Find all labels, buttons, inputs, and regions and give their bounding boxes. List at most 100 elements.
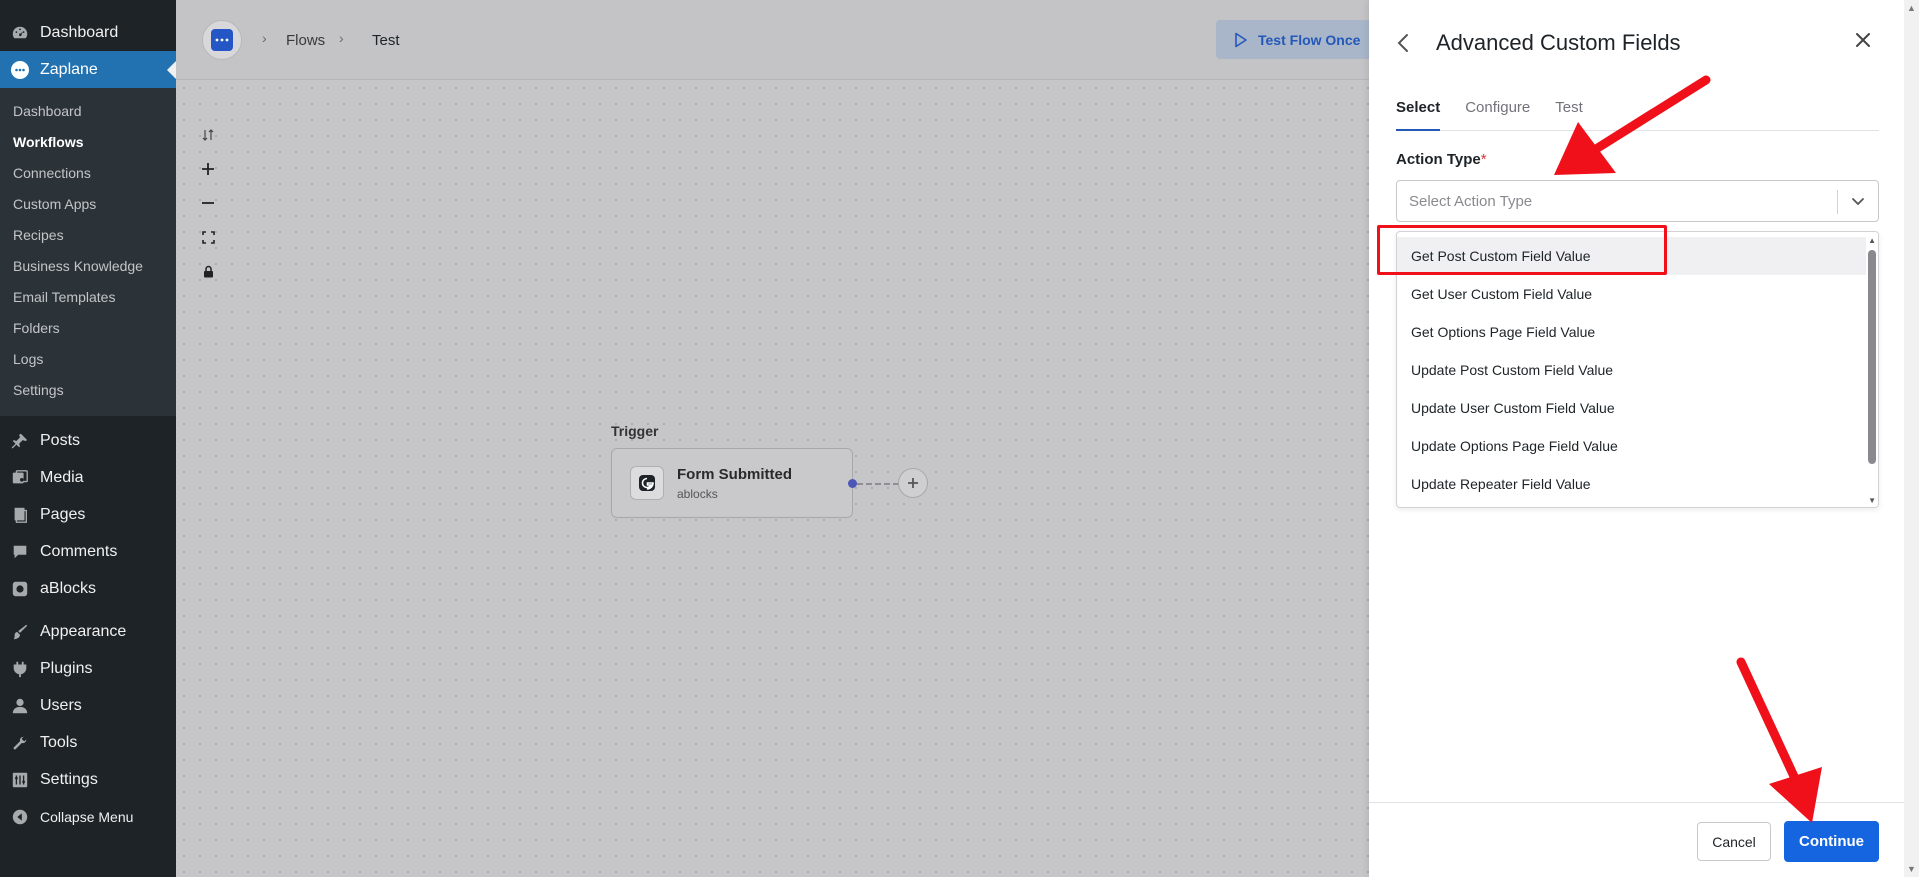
menu-media[interactable]: Media bbox=[0, 459, 176, 496]
menu-comments[interactable]: Comments bbox=[0, 533, 176, 570]
menu-users[interactable]: Users bbox=[0, 687, 176, 724]
option-get-user-custom-field-value[interactable]: Get User Custom Field Value bbox=[1397, 275, 1878, 313]
menu-appearance[interactable]: Appearance bbox=[0, 613, 176, 650]
comment-icon bbox=[10, 542, 30, 562]
submenu-folders[interactable]: Folders bbox=[0, 313, 176, 344]
submenu-workflows[interactable]: Workflows bbox=[0, 127, 176, 158]
dropdown-scrollbar[interactable]: ▲ ▼ bbox=[1866, 232, 1878, 507]
plug-icon bbox=[10, 659, 30, 679]
panel-title: Advanced Custom Fields bbox=[1436, 30, 1681, 55]
add-step-button[interactable] bbox=[898, 468, 928, 498]
lock-icon[interactable] bbox=[198, 254, 218, 288]
menu-tools-label: Tools bbox=[40, 733, 78, 751]
page-scrollbar[interactable]: ▲ ▼ bbox=[1904, 0, 1919, 877]
ablocks-icon bbox=[10, 579, 30, 599]
action-config-panel: Advanced Custom Fields Select Configure … bbox=[1369, 0, 1904, 877]
menu-zaplane-label: Zaplane bbox=[40, 60, 98, 78]
zaplane-icon bbox=[10, 60, 30, 80]
test-flow-once-button[interactable]: Test Flow Once bbox=[1216, 20, 1376, 59]
breadcrumb-test: Test bbox=[372, 32, 400, 49]
scroll-down-icon[interactable]: ▼ bbox=[1868, 496, 1876, 505]
breadcrumb-flows[interactable]: Flows bbox=[286, 32, 325, 49]
chevron-left-icon[interactable] bbox=[1397, 33, 1409, 58]
user-icon bbox=[10, 696, 30, 716]
swap-vertical-icon[interactable] bbox=[198, 118, 218, 152]
submenu-business-knowledge[interactable]: Business Knowledge bbox=[0, 251, 176, 282]
play-icon bbox=[1235, 32, 1247, 47]
close-icon[interactable] bbox=[1855, 32, 1871, 53]
tab-configure[interactable]: Configure bbox=[1465, 95, 1530, 131]
menu-posts[interactable]: Posts bbox=[0, 422, 176, 459]
chevron-down-icon[interactable] bbox=[1850, 193, 1866, 213]
option-get-post-custom-field-value[interactable]: Get Post Custom Field Value bbox=[1397, 237, 1878, 275]
submenu-dashboard[interactable]: Dashboard bbox=[0, 96, 176, 127]
trigger-node-title: Form Submitted bbox=[677, 465, 792, 483]
flow-canvas: › Flows › Test Test Flow Once Trigger Fo… bbox=[176, 0, 1376, 877]
menu-plugins-label: Plugins bbox=[40, 659, 93, 677]
zaplane-submenu: Dashboard Workflows Connections Custom A… bbox=[0, 88, 176, 416]
dashboard-icon bbox=[10, 23, 30, 43]
menu-ablocks-label: aBlocks bbox=[40, 579, 97, 597]
admin-sidebar: Dashboard Zaplane Dashboard Workflows Co… bbox=[0, 0, 176, 877]
panel-footer: Cancel Continue bbox=[1369, 802, 1904, 877]
submenu-custom-apps[interactable]: Custom Apps bbox=[0, 189, 176, 220]
menu-zaplane[interactable]: Zaplane bbox=[0, 51, 176, 88]
zoom-in-icon[interactable] bbox=[198, 152, 218, 186]
menu-ablocks[interactable]: aBlocks bbox=[0, 570, 176, 607]
action-type-options: Get Post Custom Field Value Get User Cus… bbox=[1397, 232, 1878, 503]
action-type-label-text: Action Type bbox=[1396, 151, 1481, 168]
trigger-node-subtitle: ablocks bbox=[677, 486, 718, 501]
submenu-logs[interactable]: Logs bbox=[0, 344, 176, 375]
scroll-up-icon[interactable]: ▲ bbox=[1907, 3, 1916, 13]
action-type-select[interactable]: Select Action Type bbox=[1396, 180, 1879, 222]
menu-dashboard[interactable]: Dashboard bbox=[0, 14, 176, 51]
menu-plugins[interactable]: Plugins bbox=[0, 650, 176, 687]
menu-pages-label: Pages bbox=[40, 505, 86, 523]
tab-select[interactable]: Select bbox=[1396, 95, 1441, 131]
scroll-up-icon[interactable]: ▲ bbox=[1868, 236, 1876, 245]
menu-tools[interactable]: Tools bbox=[0, 724, 176, 761]
submenu-email-templates[interactable]: Email Templates bbox=[0, 282, 176, 313]
plus-icon bbox=[908, 478, 918, 488]
chevron-right-icon: › bbox=[262, 30, 267, 46]
option-get-options-page-field-value[interactable]: Get Options Page Field Value bbox=[1397, 313, 1878, 351]
fit-view-icon[interactable] bbox=[198, 220, 218, 254]
zoom-out-icon[interactable] bbox=[198, 186, 218, 220]
brush-icon bbox=[10, 622, 30, 642]
sliders-icon bbox=[10, 770, 30, 790]
menu-comments-label: Comments bbox=[40, 542, 118, 560]
menu-settings[interactable]: Settings bbox=[0, 761, 176, 798]
test-flow-once-label: Test Flow Once bbox=[1258, 31, 1361, 48]
menu-collapse-label: Collapse Menu bbox=[40, 808, 134, 825]
cancel-button[interactable]: Cancel bbox=[1697, 822, 1771, 861]
tab-test[interactable]: Test bbox=[1555, 95, 1583, 131]
option-update-post-custom-field-value[interactable]: Update Post Custom Field Value bbox=[1397, 351, 1878, 389]
wrench-icon bbox=[10, 733, 30, 753]
trigger-node[interactable]: Form Submitted ablocks bbox=[611, 448, 853, 518]
submenu-recipes[interactable]: Recipes bbox=[0, 220, 176, 251]
option-update-user-custom-field-value[interactable]: Update User Custom Field Value bbox=[1397, 389, 1878, 427]
option-update-repeater-field-value[interactable]: Update Repeater Field Value bbox=[1397, 465, 1878, 503]
menu-posts-label: Posts bbox=[40, 431, 81, 449]
pages-icon bbox=[10, 505, 30, 525]
menu-pages[interactable]: Pages bbox=[0, 496, 176, 533]
zaplane-logo[interactable] bbox=[202, 20, 242, 60]
ablocks-logo-icon bbox=[630, 466, 664, 500]
option-update-options-page-field-value[interactable]: Update Options Page Field Value bbox=[1397, 427, 1878, 465]
panel-header: Advanced Custom Fields bbox=[1369, 0, 1904, 86]
scroll-down-icon[interactable]: ▼ bbox=[1907, 864, 1916, 874]
canvas-tools bbox=[198, 118, 218, 288]
dropdown-scroll-thumb[interactable] bbox=[1868, 250, 1876, 464]
panel-tabs: Select Configure Test bbox=[1396, 95, 1879, 131]
menu-users-label: Users bbox=[40, 696, 82, 714]
submenu-connections[interactable]: Connections bbox=[0, 158, 176, 189]
menu-dashboard-label: Dashboard bbox=[40, 23, 119, 41]
menu-media-label: Media bbox=[40, 468, 84, 486]
action-type-label: Action Type* bbox=[1396, 151, 1487, 168]
media-icon bbox=[10, 468, 30, 488]
node-output-port[interactable] bbox=[848, 479, 857, 488]
submenu-settings[interactable]: Settings bbox=[0, 375, 176, 406]
continue-button[interactable]: Continue bbox=[1784, 821, 1879, 862]
menu-collapse[interactable]: Collapse Menu bbox=[0, 798, 176, 835]
pin-icon bbox=[10, 431, 30, 451]
